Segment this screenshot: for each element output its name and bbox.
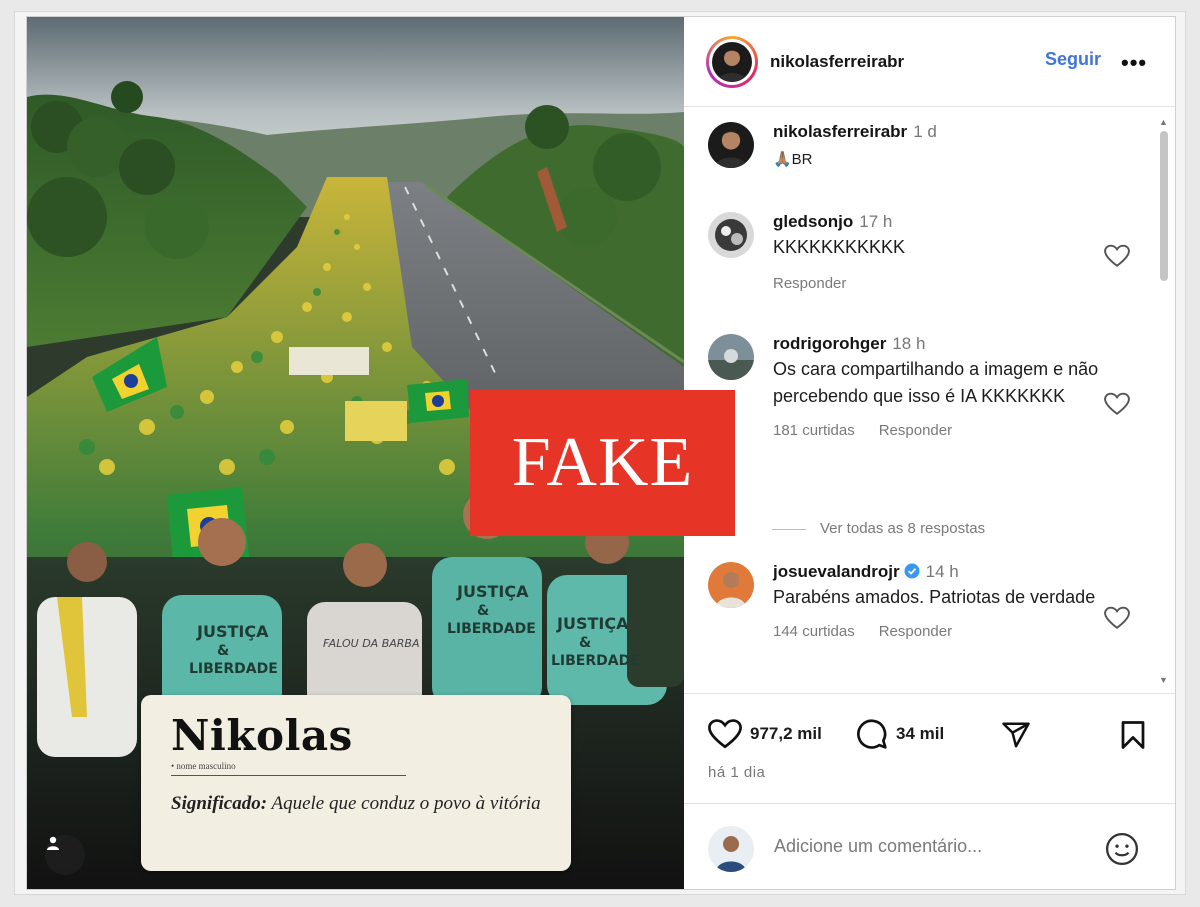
- scroll-up-arrow-icon[interactable]: ▲: [1159, 117, 1168, 127]
- definition-text: Significado: Aquele que conduz o povo à …: [171, 792, 541, 816]
- scroll-down-arrow-icon[interactable]: ▼: [1159, 675, 1168, 685]
- view-replies-link[interactable]: Ver todas as 8 respostas: [772, 520, 985, 537]
- definition-part-of-speech: • nome masculino: [171, 761, 406, 776]
- post-header: nikolasferreirabr Seguir •••: [684, 17, 1175, 107]
- author-avatar-small[interactable]: [708, 122, 754, 168]
- current-user-avatar: [708, 826, 754, 872]
- commenter-avatar[interactable]: [708, 562, 754, 608]
- save-action[interactable]: [1120, 720, 1146, 750]
- heart-icon[interactable]: [708, 718, 742, 750]
- user-tag-icon[interactable]: [45, 835, 85, 875]
- comment-time: 17 h: [859, 212, 893, 231]
- comments-scrollbar[interactable]: ▲ ▼: [1158, 117, 1170, 687]
- comment-icon[interactable]: [856, 718, 888, 750]
- reply-button[interactable]: Responder: [879, 623, 952, 640]
- comment-text: Parabéns amados. Patriotas de verdade: [773, 587, 1096, 607]
- bookmark-icon[interactable]: [1120, 720, 1146, 750]
- comment-time: 14 h: [925, 562, 959, 581]
- definition-title: Nikolas: [171, 711, 353, 760]
- author-username[interactable]: nikolasferreirabr: [770, 52, 904, 72]
- emoji-icon[interactable]: [1105, 832, 1139, 866]
- likes-count: 977,2 mil: [750, 724, 822, 743]
- shirt-text-3b: LIBERDADE: [447, 621, 536, 637]
- shirt-text-1b: JUSTIÇA: [456, 582, 529, 601]
- shirt-text-1: JUSTIÇA: [196, 622, 269, 641]
- comment-username[interactable]: gledsonjo: [773, 212, 853, 231]
- shirt-text-4: FALOU DA BARBA: [323, 637, 419, 650]
- shirt-text-2b: &: [477, 603, 489, 619]
- instagram-post: JUSTIÇA & LIBERDADE JUSTIÇA & LIBERDADE …: [26, 16, 1176, 890]
- comment-input[interactable]: [774, 836, 1074, 857]
- verified-icon: [904, 563, 920, 579]
- author-avatar[interactable]: [706, 35, 758, 88]
- comments-list[interactable]: nikolasferreirabr 1 d 🙏🏽BR gledsonjo 17 h …: [684, 108, 1175, 693]
- definition-card: Nikolas • nome masculino Significado: Aq…: [141, 695, 571, 871]
- like-comment-heart-icon[interactable]: [1104, 392, 1130, 416]
- definition-body: Aquele que conduz o povo à vitória: [267, 793, 541, 814]
- post-sidebar: nikolasferreirabr Seguir ••• nikolasferr…: [684, 17, 1175, 889]
- comment-username[interactable]: josuevalandrojr: [773, 562, 900, 581]
- add-comment-bar: [684, 803, 1175, 889]
- share-icon[interactable]: [1000, 720, 1032, 750]
- comment-text: KKKKKKKKKKK: [773, 237, 906, 257]
- follow-button[interactable]: Seguir: [1045, 49, 1101, 70]
- shirt-text-2: &: [217, 643, 229, 659]
- more-icon[interactable]: •••: [1121, 50, 1147, 76]
- like-comment-heart-icon[interactable]: [1104, 244, 1130, 268]
- comment-time: 18 h: [892, 334, 926, 353]
- shirt-text-3c: LIBERDADE: [551, 653, 640, 669]
- fake-stamp: FAKE: [470, 390, 735, 536]
- comment-username[interactable]: rodrigorohger: [773, 334, 886, 353]
- shirt-text-1c: JUSTIÇA: [556, 614, 629, 633]
- caption-time: 1 d: [913, 122, 937, 141]
- reply-button[interactable]: Responder: [773, 275, 846, 292]
- commenter-avatar[interactable]: [708, 212, 754, 258]
- post-actions: 977,2 mil 34 mil há 1 dia: [684, 693, 1175, 803]
- reply-button[interactable]: Responder: [879, 422, 952, 439]
- post-date: há 1 dia: [708, 764, 766, 781]
- comment-likes[interactable]: 144 curtidas: [773, 623, 855, 640]
- shirt-text-2c: &: [579, 635, 591, 651]
- caption-username[interactable]: nikolasferreirabr: [773, 122, 907, 141]
- share-action[interactable]: [1000, 720, 1032, 750]
- comment-likes[interactable]: 181 curtidas: [773, 422, 855, 439]
- definition-label: Significado:: [171, 793, 268, 814]
- like-comment-heart-icon[interactable]: [1104, 606, 1130, 630]
- commenter-avatar[interactable]: [708, 334, 754, 380]
- scroll-thumb[interactable]: [1160, 131, 1168, 281]
- comment-action[interactable]: 34 mil: [856, 718, 944, 750]
- comments-count: 34 mil: [896, 724, 945, 743]
- shirt-text-3: LIBERDADE: [189, 661, 278, 677]
- like-action[interactable]: 977,2 mil: [708, 718, 822, 750]
- comment-text: Os cara compartilhando a imagem e não pe…: [773, 359, 1099, 406]
- caption-text: 🙏🏽BR: [773, 151, 813, 168]
